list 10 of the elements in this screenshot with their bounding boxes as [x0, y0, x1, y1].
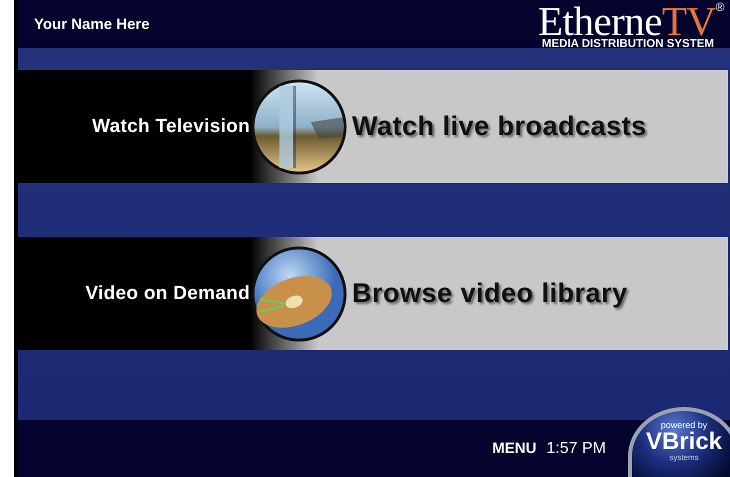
clock-time: 1:57 PM	[546, 440, 606, 458]
badge-subtitle: systems	[669, 454, 699, 462]
disc-icon	[250, 244, 348, 342]
badge-brand: VBrick	[646, 430, 722, 454]
window-picture-icon	[250, 78, 348, 176]
user-name: Your Name Here	[34, 16, 150, 32]
badge-tagline: powered by	[660, 421, 708, 430]
menu-item[interactable]: Video on Demand Browse video library	[18, 237, 728, 350]
menu-link[interactable]: MENU	[492, 440, 536, 457]
menu-item[interactable]: Watch Television Watch live broadcasts	[18, 70, 728, 183]
